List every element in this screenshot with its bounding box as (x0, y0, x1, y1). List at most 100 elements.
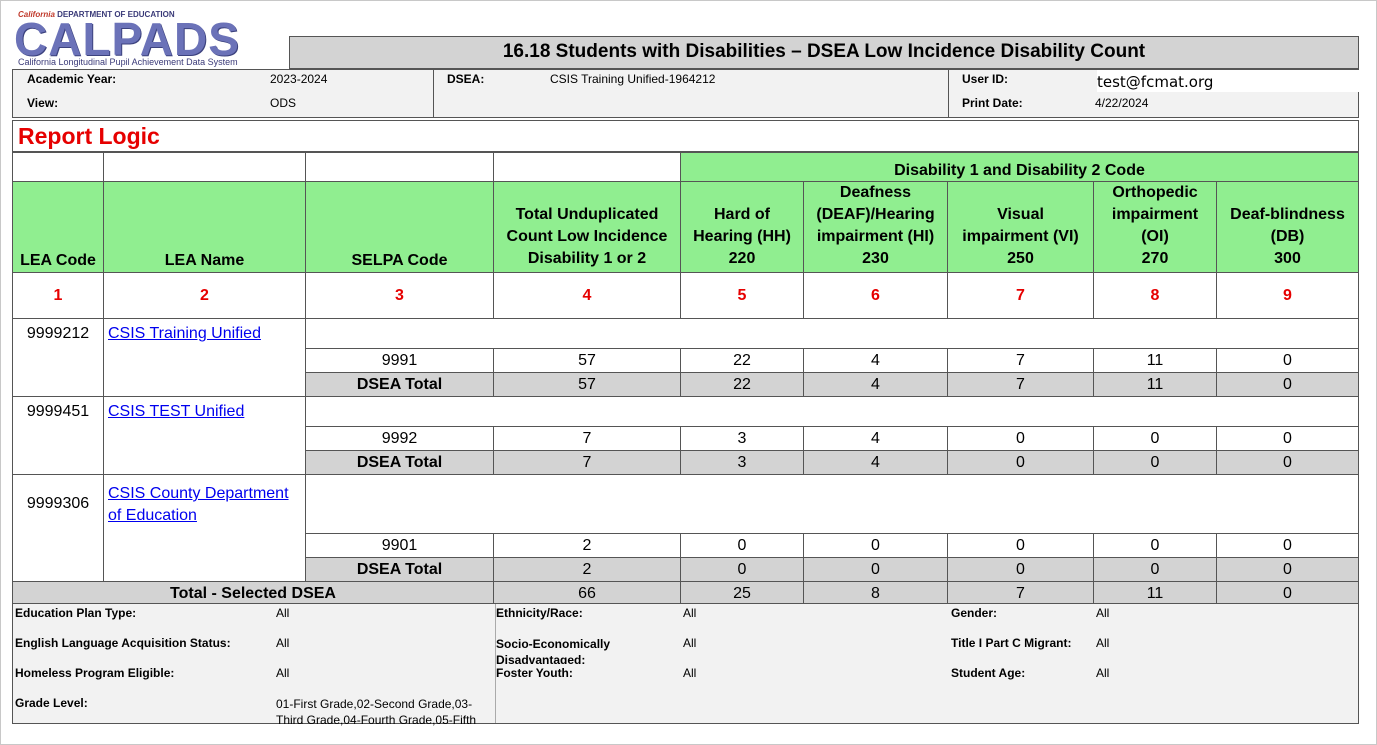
col-number: 3 (305, 272, 494, 319)
academic-year-label: Academic Year: (27, 72, 117, 86)
col-header-hard-of-hearing: Hard of Hearing (HH) 220 (680, 181, 804, 273)
group-header-row: Disability 1 and Disability 2 Code (12, 152, 1359, 182)
student-age-value: All (1096, 666, 1110, 680)
print-date-value: 4/22/2024 (1095, 96, 1149, 110)
print-date-label: Print Date: (962, 96, 1023, 110)
total-cell: 0 (947, 557, 1094, 582)
lea-name-cell: CSIS TEST Unified (103, 396, 306, 475)
lea-code: 9999306 (12, 474, 104, 582)
col-header-selpa-code: SELPA Code (305, 181, 494, 273)
lea-spacer (305, 474, 1359, 534)
col-header-lea-code: LEA Code (12, 181, 104, 273)
col-header-total-unduplicated: Total Unduplicated Count Low Incidence D… (493, 181, 681, 273)
title1-migrant-value: All (1096, 636, 1110, 650)
education-plan-type-value: All (276, 606, 290, 620)
col-number: 6 (803, 272, 948, 319)
total-cell: 2 (493, 557, 681, 582)
empty-header-cell (103, 152, 306, 182)
value-cell: 0 (1216, 533, 1359, 558)
col-header-deafness: Deafness (DEAF)/Hearing impairment (HI) 2… (803, 181, 948, 273)
user-id-value: test@fcmat.org (1097, 73, 1214, 91)
total-cell: 0 (1216, 372, 1359, 397)
col-number: 8 (1093, 272, 1217, 319)
col-number: 4 (493, 272, 681, 319)
foster-youth-label: Foster Youth: (496, 666, 573, 680)
view-value: ODS (270, 96, 297, 110)
lea-code: 9999212 (12, 318, 104, 397)
total-cell: 0 (947, 450, 1094, 475)
gender-value: All (1096, 606, 1110, 620)
homeless-label: Homeless Program Eligible: (15, 666, 175, 680)
empty-header-cell (493, 152, 681, 182)
total-cell: 0 (1093, 450, 1217, 475)
total-cell: 11 (1093, 372, 1217, 397)
title1-migrant-label: Title I Part C Migrant: (951, 636, 1072, 650)
col-number: 1 (12, 272, 104, 319)
logo-wordmark: CALPADS (14, 13, 240, 65)
user-id-label: User ID: (962, 72, 1009, 86)
value-cell: 2 (493, 533, 681, 558)
col-number: 7 (947, 272, 1094, 319)
value-cell: 57 (493, 348, 681, 373)
lea-spacer (305, 396, 1359, 427)
lea-name-cell: CSIS County Department of Education (103, 474, 306, 582)
student-age-label: Student Age: (951, 666, 1026, 680)
foster-youth-value: All (683, 666, 697, 680)
total-cell: 22 (680, 372, 804, 397)
lea-spacer (305, 318, 1359, 349)
value-cell: 0 (1093, 426, 1217, 451)
group-header-disability-codes: Disability 1 and Disability 2 Code (680, 152, 1359, 182)
total-cell: 7 (493, 450, 681, 475)
grand-total-cell: 11 (1093, 581, 1217, 606)
total-cell: 4 (803, 450, 948, 475)
gender-label: Gender: (951, 606, 998, 620)
value-cell: 0 (803, 533, 948, 558)
selpa-code: 9901 (305, 533, 494, 558)
lea-row: 9999212 CSIS Training Unified (12, 318, 1359, 397)
total-cell: 0 (803, 557, 948, 582)
lea-name-link[interactable]: CSIS TEST Unified (108, 403, 244, 420)
col-header-lea-name: LEA Name (103, 181, 306, 273)
homeless-value: All (276, 666, 290, 680)
value-cell: 0 (1216, 426, 1359, 451)
value-cell: 7 (493, 426, 681, 451)
socio-economic-value: All (683, 636, 697, 650)
lea-row: 9999451 CSIS TEST Unified (12, 396, 1359, 475)
value-cell: 3 (680, 426, 804, 451)
value-cell: 11 (1093, 348, 1217, 373)
lea-code: 9999451 (12, 396, 104, 475)
lea-name-link[interactable]: CSIS County Department of Education (108, 485, 289, 524)
total-cell: 7 (947, 372, 1094, 397)
total-cell: 57 (493, 372, 681, 397)
value-cell: 4 (803, 348, 948, 373)
column-number-row: 1 2 3 4 5 6 7 8 9 (12, 272, 1359, 319)
ethnicity-label: Ethnicity/Race: (496, 606, 583, 620)
dsea-total-label: DSEA Total (305, 450, 494, 475)
grand-total-row: Total - Selected DSEA 66 25 8 7 11 0 (12, 581, 1359, 606)
value-cell: 0 (1093, 533, 1217, 558)
lea-name-link[interactable]: CSIS Training Unified (108, 325, 261, 342)
report-filters-panel: Education Plan Type: All English Languag… (12, 603, 1359, 726)
report-info-bar: Academic Year: 2023-2024 View: ODS DSEA:… (12, 69, 1359, 118)
logo-subtitle: California Longitudinal Pupil Achievemen… (18, 57, 238, 67)
disability-count-table: Disability 1 and Disability 2 Code LEA C… (12, 152, 1359, 606)
grand-total-cell: 8 (803, 581, 948, 606)
total-cell: 0 (1093, 557, 1217, 582)
dsea-total-label: DSEA Total (305, 557, 494, 582)
ela-status-label: English Language Acquisition Status: (15, 636, 231, 650)
total-cell: 0 (1216, 450, 1359, 475)
col-number: 5 (680, 272, 804, 319)
report-logic-heading: Report Logic (12, 120, 1359, 152)
dsea-label: DSEA: (447, 72, 485, 86)
total-cell: 4 (803, 372, 948, 397)
col-header-deaf-blindness: Deaf-blindness (DB) 300 (1216, 181, 1359, 273)
education-plan-type-label: Education Plan Type: (15, 606, 137, 620)
grand-total-cell: 66 (493, 581, 681, 606)
dsea-value: CSIS Training Unified-1964212 (550, 72, 716, 86)
value-cell: 0 (947, 426, 1094, 451)
grand-total-label: Total - Selected DSEA (12, 581, 494, 606)
grand-total-cell: 7 (947, 581, 1094, 606)
empty-header-cell (305, 152, 494, 182)
col-number: 2 (103, 272, 306, 319)
lea-row: 9999306 CSIS County Department of Educat… (12, 474, 1359, 582)
